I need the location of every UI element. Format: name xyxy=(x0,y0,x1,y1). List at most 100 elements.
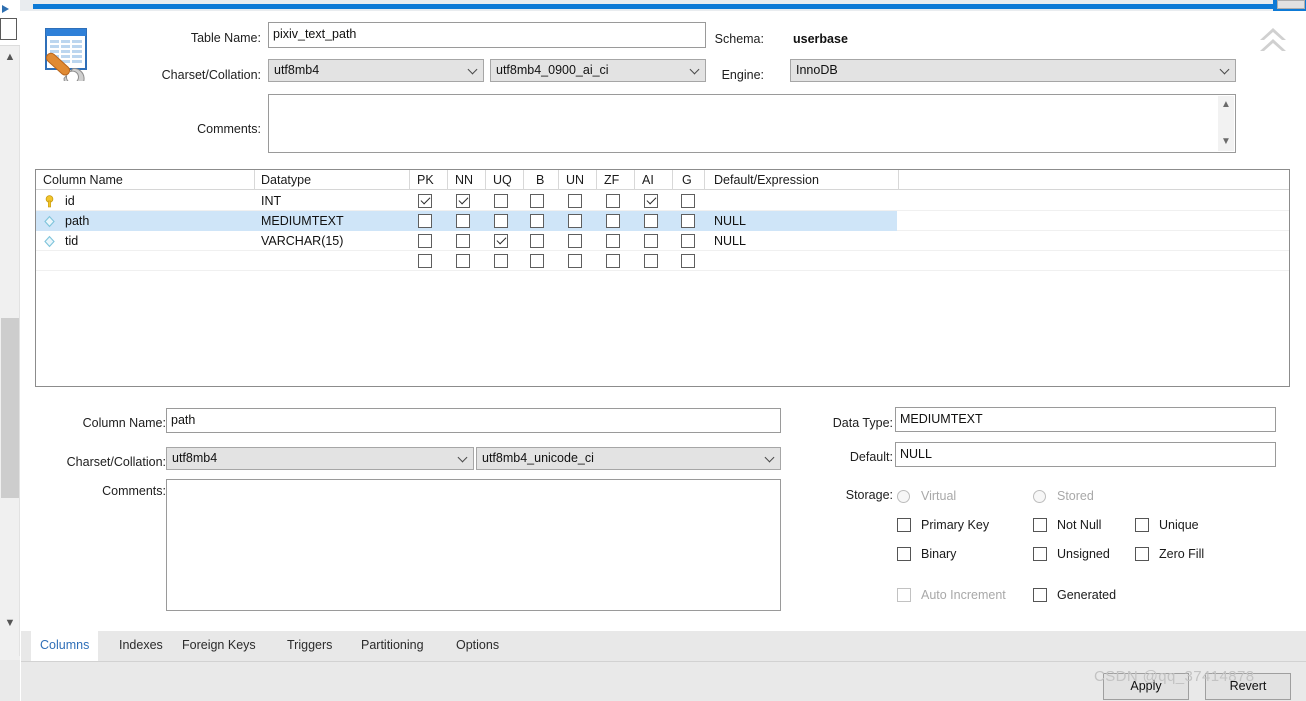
grid-header-nn[interactable]: NN xyxy=(455,173,473,187)
grid-header-default[interactable]: Default/Expression xyxy=(714,173,819,187)
nn-checkbox[interactable] xyxy=(456,254,470,268)
unsigned-checkbox[interactable] xyxy=(1033,547,1047,561)
zf-checkbox[interactable] xyxy=(606,214,620,228)
table-comments-textarea[interactable]: ▲ ▼ xyxy=(268,94,1236,153)
default-cell[interactable]: NULL xyxy=(714,214,746,228)
virtual-radio[interactable] xyxy=(897,490,910,503)
tab-partitioning[interactable]: Partitioning xyxy=(352,631,433,661)
table-name-input[interactable]: pixiv_text_path xyxy=(268,22,706,48)
default-input[interactable]: NULL xyxy=(895,442,1276,467)
unique-checkbox[interactable] xyxy=(1135,518,1149,532)
grid-header-uq[interactable]: UQ xyxy=(493,173,512,187)
uq-checkbox[interactable] xyxy=(494,194,508,208)
detail-collation-select[interactable]: utf8mb4_unicode_ci xyxy=(476,447,781,470)
datatype-cell[interactable]: INT xyxy=(261,194,281,208)
table-row[interactable]: path MEDIUMTEXT NULL xyxy=(36,211,1289,231)
grid-header-zf[interactable]: ZF xyxy=(604,173,619,187)
uq-checkbox[interactable] xyxy=(494,234,508,248)
zf-checkbox[interactable] xyxy=(606,234,620,248)
grid-header-pk[interactable]: PK xyxy=(417,173,434,187)
column-name-cell[interactable]: id xyxy=(65,194,75,208)
binary-checkbox-group[interactable]: Binary xyxy=(897,546,1022,564)
grid-header-un[interactable]: UN xyxy=(566,173,584,187)
grid-header-datatype[interactable]: Datatype xyxy=(261,173,311,187)
uq-checkbox[interactable] xyxy=(494,254,508,268)
g-checkbox[interactable] xyxy=(681,194,695,208)
zf-checkbox[interactable] xyxy=(606,194,620,208)
primary-key-checkbox-group[interactable]: Primary Key xyxy=(897,517,1022,535)
scrollbar-thumb[interactable] xyxy=(1,318,19,498)
scroll-up-icon[interactable]: ▲ xyxy=(0,46,20,68)
stored-radio[interactable] xyxy=(1033,490,1046,503)
nn-checkbox[interactable] xyxy=(456,194,470,208)
scroll-down-icon[interactable]: ▼ xyxy=(1218,135,1234,149)
g-checkbox[interactable] xyxy=(681,254,695,268)
datatype-cell[interactable]: MEDIUMTEXT xyxy=(261,214,344,228)
virtual-radio-group[interactable]: Virtual xyxy=(897,488,1017,506)
un-checkbox[interactable] xyxy=(568,194,582,208)
default-cell[interactable]: NULL xyxy=(714,234,746,248)
tab-columns[interactable]: Columns xyxy=(31,631,99,661)
ai-checkbox[interactable] xyxy=(644,214,658,228)
tab-triggers[interactable]: Triggers xyxy=(278,631,342,661)
table-row[interactable]: tid VARCHAR(15) NULL xyxy=(36,231,1289,251)
generated-checkbox[interactable] xyxy=(1033,588,1047,602)
pk-checkbox[interactable] xyxy=(418,234,432,248)
not-null-checkbox-group[interactable]: Not Null xyxy=(1033,517,1143,535)
b-checkbox[interactable] xyxy=(530,194,544,208)
pk-checkbox[interactable] xyxy=(418,254,432,268)
comments-scrollbar[interactable]: ▲ ▼ xyxy=(1218,96,1234,151)
primary-key-checkbox[interactable] xyxy=(897,518,911,532)
detail-comments-textarea[interactable] xyxy=(166,479,781,611)
b-checkbox[interactable] xyxy=(530,254,544,268)
ai-checkbox[interactable] xyxy=(644,254,658,268)
detail-charset-select[interactable]: utf8mb4 xyxy=(166,447,474,470)
columns-grid[interactable]: Column Name Datatype PK NN UQ B UN ZF AI… xyxy=(35,169,1290,387)
tab-foreign-keys[interactable]: Foreign Keys xyxy=(173,631,265,661)
binary-checkbox[interactable] xyxy=(897,547,911,561)
pk-checkbox[interactable] xyxy=(418,214,432,228)
ai-checkbox[interactable] xyxy=(644,194,658,208)
collapse-panel-icon[interactable] xyxy=(1256,25,1290,55)
generated-checkbox-group[interactable]: Generated xyxy=(1033,587,1143,605)
datatype-cell[interactable]: VARCHAR(15) xyxy=(261,234,343,248)
unsigned-checkbox-group[interactable]: Unsigned xyxy=(1033,546,1143,564)
scroll-up-icon[interactable]: ▲ xyxy=(1218,98,1234,112)
column-name-cell[interactable]: path xyxy=(65,214,89,228)
charset-select[interactable]: utf8mb4 xyxy=(268,59,484,82)
b-checkbox[interactable] xyxy=(530,214,544,228)
not-null-checkbox[interactable] xyxy=(1033,518,1047,532)
zero-fill-checkbox[interactable] xyxy=(1135,547,1149,561)
nn-checkbox[interactable] xyxy=(456,214,470,228)
un-checkbox[interactable] xyxy=(568,254,582,268)
window-control-button[interactable] xyxy=(1277,0,1305,9)
tab-options[interactable]: Options xyxy=(447,631,509,661)
scroll-down-icon[interactable]: ▼ xyxy=(0,612,20,634)
table-row[interactable]: id INT xyxy=(36,191,1289,211)
auto-increment-checkbox[interactable] xyxy=(897,588,911,602)
auto-increment-checkbox-group[interactable]: Auto Increment xyxy=(897,587,1037,605)
detail-column-name-input[interactable]: path xyxy=(166,408,781,433)
g-checkbox[interactable] xyxy=(681,234,695,248)
unique-checkbox-group[interactable]: Unique xyxy=(1135,517,1245,535)
zf-checkbox[interactable] xyxy=(606,254,620,268)
engine-select[interactable]: InnoDB xyxy=(790,59,1236,82)
data-type-input[interactable]: MEDIUMTEXT xyxy=(895,407,1276,432)
uq-checkbox[interactable] xyxy=(494,214,508,228)
grid-header-column-name[interactable]: Column Name xyxy=(43,173,123,187)
un-checkbox[interactable] xyxy=(568,214,582,228)
un-checkbox[interactable] xyxy=(568,234,582,248)
nn-checkbox[interactable] xyxy=(456,234,470,248)
grid-header-b[interactable]: B xyxy=(536,173,544,187)
zero-fill-checkbox-group[interactable]: Zero Fill xyxy=(1135,546,1245,564)
table-row[interactable] xyxy=(36,251,1289,271)
pk-checkbox[interactable] xyxy=(418,194,432,208)
tab-indexes[interactable]: Indexes xyxy=(110,631,172,661)
ai-checkbox[interactable] xyxy=(644,234,658,248)
b-checkbox[interactable] xyxy=(530,234,544,248)
column-name-cell[interactable]: tid xyxy=(65,234,78,248)
collation-select[interactable]: utf8mb4_0900_ai_ci xyxy=(490,59,706,82)
g-checkbox[interactable] xyxy=(681,214,695,228)
grid-header-g[interactable]: G xyxy=(682,173,692,187)
grid-header-ai[interactable]: AI xyxy=(642,173,654,187)
